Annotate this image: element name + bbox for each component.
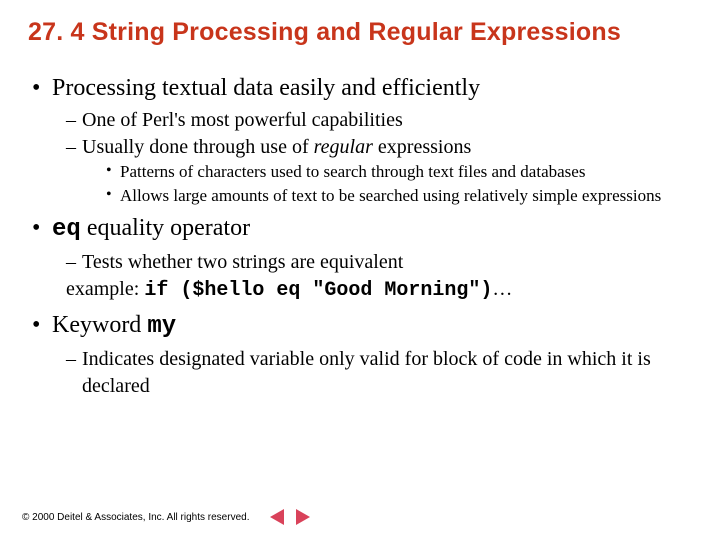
triangle-right-icon (296, 509, 310, 525)
bullet-1-sub-2-sub-2: Allows large amounts of text to be searc… (106, 185, 692, 207)
b1s2-c: expressions (373, 136, 471, 158)
bullet-3-sub-1-text: Indicates designated variable only valid… (82, 348, 651, 397)
example-label: example: (66, 278, 144, 300)
bullet-1-text: Processing textual data easily and effic… (52, 75, 480, 101)
bullet-2-example: example: if ($hello eq "Good Morning")… (66, 276, 692, 304)
bullet-3-code: my (147, 313, 176, 340)
b1s2-b: regular (314, 136, 373, 158)
b1s2-a: Usually done through use of (82, 136, 314, 158)
bullet-3-sub-1: Indicates designated variable only valid… (66, 346, 692, 400)
nav-buttons (267, 508, 313, 526)
bullet-1-sub-1: One of Perl's most powerful capabilities (66, 107, 692, 134)
bullet-2: eq equality operator (28, 213, 692, 245)
next-button[interactable] (293, 508, 313, 526)
copyright-text: © 2000 Deitel & Associates, Inc. All rig… (22, 512, 249, 523)
b1s2s1-text: Patterns of characters used to search th… (120, 162, 585, 181)
prev-button[interactable] (267, 508, 287, 526)
bullet-2-sub-1-text: Tests whether two strings are equivalent (82, 251, 403, 273)
example-code: if ($hello eq "Good Morning") (144, 279, 492, 302)
bullet-2-code: eq (52, 216, 81, 243)
triangle-left-icon (270, 509, 284, 525)
slide-body: 27. 4 String Processing and Regular Expr… (0, 0, 720, 412)
bullet-1-sub-2-sub-1: Patterns of characters used to search th… (106, 161, 692, 183)
slide-footer: © 2000 Deitel & Associates, Inc. All rig… (22, 508, 313, 526)
bullet-3-pre: Keyword (52, 312, 147, 338)
bullet-1: Processing textual data easily and effic… (28, 73, 692, 103)
example-tail: … (492, 278, 512, 300)
bullet-1-sub-2: Usually done through use of regular expr… (66, 134, 692, 161)
slide-title: 27. 4 String Processing and Regular Expr… (28, 18, 692, 47)
bullet-2-rest: equality operator (81, 215, 250, 241)
bullet-2-sub-1: Tests whether two strings are equivalent (66, 249, 692, 276)
bullet-3: Keyword my (28, 310, 692, 342)
bullet-1-sub-1-text: One of Perl's most powerful capabilities (82, 109, 403, 131)
b1s2s2-text: Allows large amounts of text to be searc… (120, 186, 661, 205)
bullet-list: Processing textual data easily and effic… (28, 73, 692, 400)
